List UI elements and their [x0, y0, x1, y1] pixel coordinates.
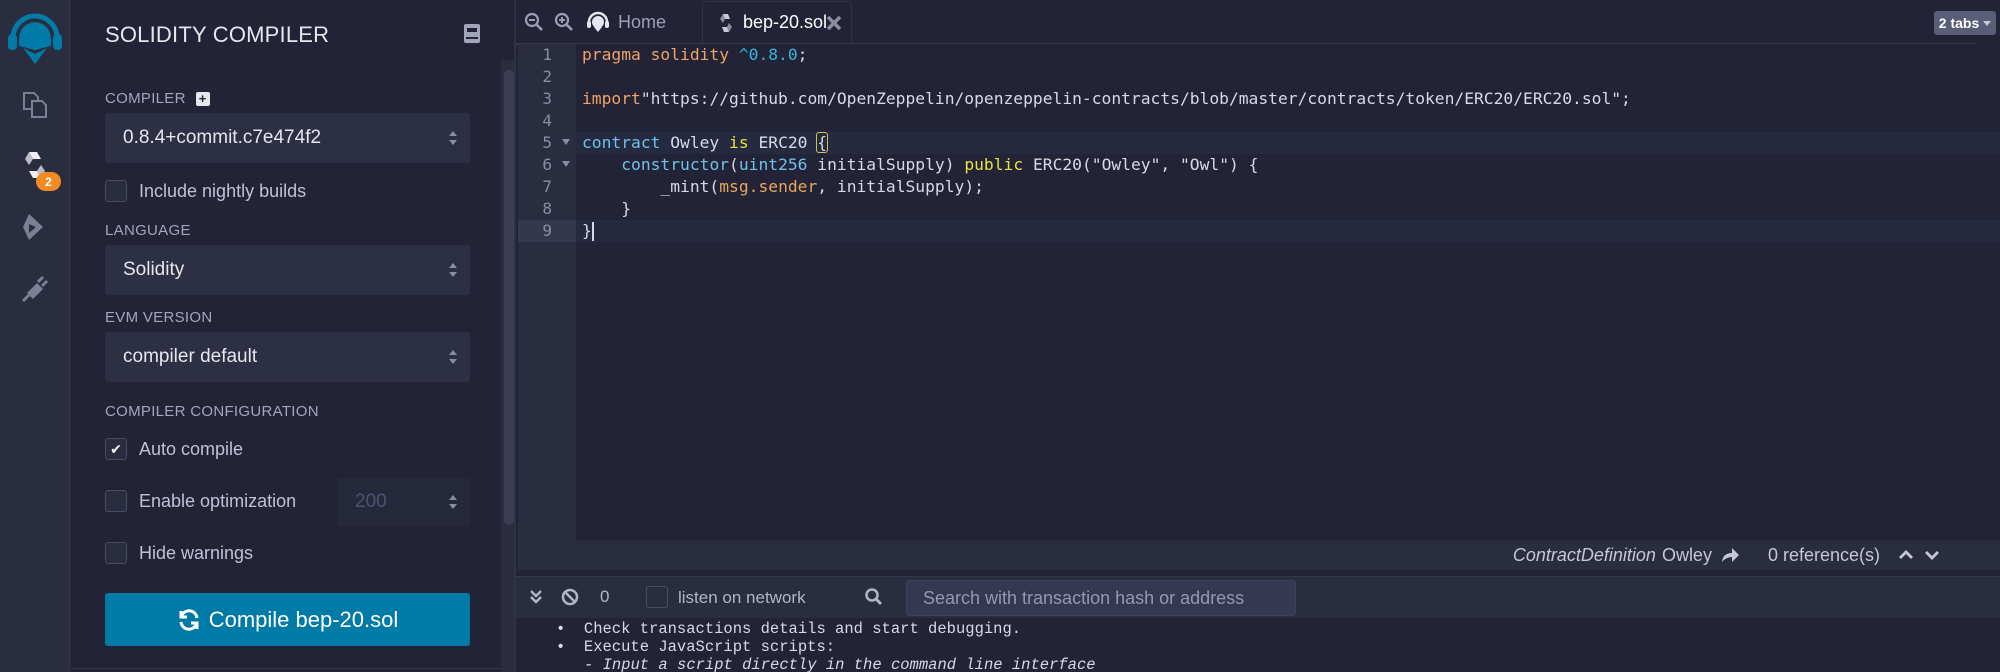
language-label: LANGUAGE: [105, 222, 191, 239]
code-line: import"https://github.com/OpenZeppelin/o…: [582, 89, 1631, 108]
terminal-output[interactable]: • Check transactions details and start d…: [516, 618, 2000, 672]
code-editor[interactable]: pragma solidity ^0.8.0; import"https://g…: [576, 44, 2000, 540]
terminal-line: • Execute JavaScript scripts:: [556, 638, 836, 656]
tab-bep-20-sol[interactable]: bep-20.sol: [702, 1, 852, 43]
search-icon: [864, 587, 884, 607]
code-line: constructor(uint256 initialSupply) publi…: [621, 155, 1259, 174]
line-number: 9: [518, 220, 576, 242]
line-number: 3: [542, 89, 552, 108]
side-panel: SOLIDITY COMPILER COMPILER + 0.8.4+commi…: [71, 0, 515, 672]
line-number: 6: [518, 154, 576, 176]
terminal-toolbar: 0 listen on network: [516, 576, 2000, 618]
documentation-icon[interactable]: [464, 24, 480, 43]
ethereum-deploy-icon[interactable]: [18, 210, 52, 244]
line-number: 1: [542, 45, 552, 64]
line-number: 7: [542, 177, 552, 196]
terminal-line: • Check transactions details and start d…: [556, 620, 1022, 638]
optimization-checkbox-box[interactable]: [105, 490, 127, 512]
caret-down-icon: [1983, 20, 1992, 26]
refresh-icon: [179, 608, 199, 631]
nightly-checkbox-box[interactable]: [105, 180, 127, 202]
compiler-configuration-label: COMPILER CONFIGURATION: [105, 403, 319, 420]
zoom-in-icon[interactable]: [554, 12, 574, 32]
double-chevron-down-icon[interactable]: [526, 587, 546, 607]
chevron-down-icon[interactable]: [1922, 545, 1942, 565]
editor-gutter: 1 2 3 4 5 6 7 8 9: [518, 44, 576, 540]
compiler-badge: 2: [36, 172, 61, 191]
close-tab-icon[interactable]: [825, 14, 843, 32]
terminal-line: - Input a script directly in the command…: [584, 656, 1096, 672]
panel-resizer[interactable]: [514, 0, 516, 672]
auto-compile-checkbox-box[interactable]: ✔: [105, 438, 127, 460]
compiler-label: COMPILER +: [105, 90, 210, 107]
stepper-arrows-icon[interactable]: [448, 493, 458, 511]
line-number: 4: [542, 111, 552, 130]
listen-on-network-checkbox[interactable]: [646, 586, 668, 608]
select-arrows-icon: [449, 131, 457, 145]
zoom-out-icon[interactable]: [524, 12, 544, 32]
tab-home[interactable]: Home: [586, 0, 666, 44]
cursor-line-highlight: [576, 220, 2000, 242]
compiler-version-select[interactable]: 0.8.4+commit.c7e474f2: [105, 113, 470, 163]
panel-title: SOLIDITY COMPILER: [105, 22, 330, 47]
context-bar: ContractDefinition Owley 0 reference(s): [518, 540, 2000, 570]
code-line: contract Owley is ERC20 {: [582, 132, 829, 153]
add-compiler-icon[interactable]: +: [195, 91, 210, 106]
language-select[interactable]: Solidity: [105, 245, 470, 295]
hide-warnings-checkbox[interactable]: Hide warnings: [105, 542, 253, 564]
evm-version-select[interactable]: compiler default: [105, 332, 470, 382]
transaction-search-field[interactable]: [906, 580, 1296, 616]
line-number: 2: [542, 67, 552, 86]
compile-button[interactable]: Compile bep-20.sol: [105, 593, 470, 646]
context-info: ContractDefinition Owley 0 reference(s): [1513, 540, 1942, 570]
icon-panel: 2: [0, 0, 70, 672]
fold-arrow-icon[interactable]: [562, 139, 570, 145]
code-line: _mint(msg.sender, initialSupply);: [660, 177, 984, 196]
select-arrows-icon: [449, 350, 457, 364]
clear-console-icon[interactable]: [560, 587, 580, 607]
auto-compile-checkbox[interactable]: ✔ Auto compile: [105, 438, 243, 460]
line-number: 5: [518, 132, 576, 154]
chevron-up-icon[interactable]: [1896, 545, 1916, 565]
pending-transactions-count: 0: [600, 587, 610, 606]
go-to-definition-icon[interactable]: [1720, 546, 1740, 564]
evm-version-label: EVM VERSION: [105, 309, 213, 326]
remix-ide: 2 SOLIDITY COMPILER COMPILER + 0.8.4+com…: [0, 0, 2000, 672]
side-panel-scrollbar[interactable]: [504, 70, 514, 525]
files-icon[interactable]: [18, 88, 52, 122]
code-line: pragma solidity ^0.8.0;: [582, 45, 808, 64]
transaction-search-input[interactable]: [923, 587, 1279, 609]
text-cursor: [591, 222, 594, 241]
panel-divider: [71, 668, 501, 669]
listen-on-network-label: listen on network: [678, 588, 806, 607]
remix-logo-icon[interactable]: [5, 10, 65, 66]
enable-optimization-checkbox[interactable]: Enable optimization: [105, 490, 296, 512]
select-arrows-icon: [449, 263, 457, 277]
code-line: }: [582, 221, 594, 241]
tabs-dropdown[interactable]: 2 tabs: [1934, 11, 1996, 35]
editor-tabs-bar: Home bep-20.sol 2 tabs: [516, 0, 2000, 44]
remix-home-icon: [587, 11, 609, 32]
fold-arrow-icon[interactable]: [562, 161, 570, 167]
optimization-runs-input[interactable]: 200: [337, 478, 470, 526]
solidity-file-icon: [720, 13, 732, 32]
include-nightly-checkbox[interactable]: Include nightly builds: [105, 180, 306, 202]
code-line: }: [582, 199, 632, 218]
plug-icon[interactable]: [18, 272, 52, 306]
line-number: 8: [542, 199, 552, 218]
hide-warnings-checkbox-box[interactable]: [105, 542, 127, 564]
